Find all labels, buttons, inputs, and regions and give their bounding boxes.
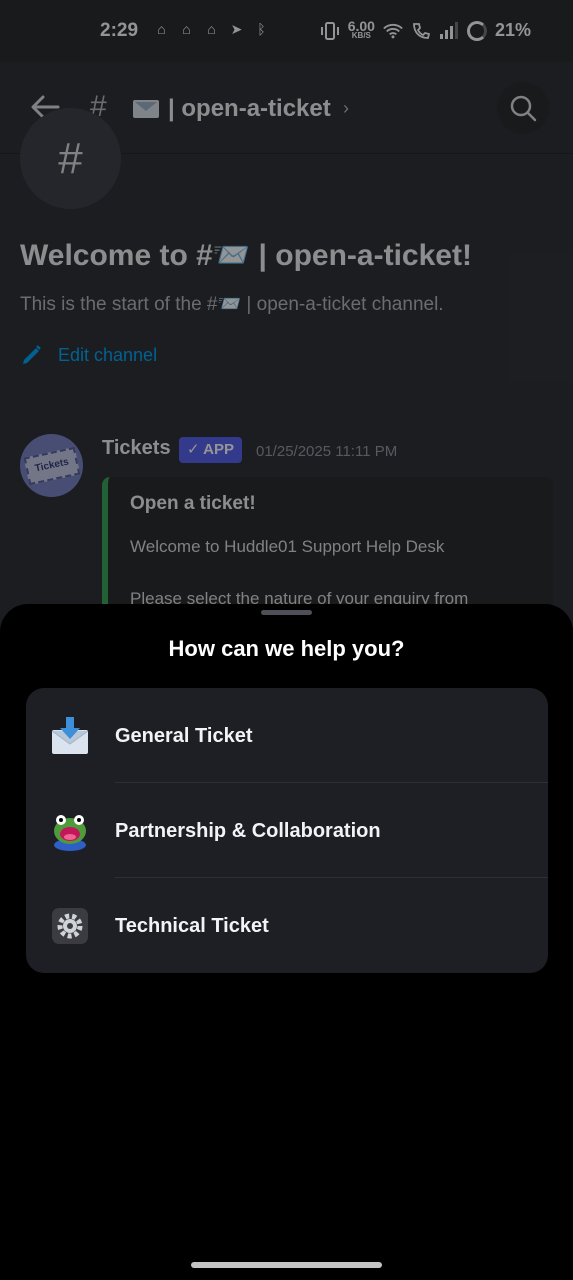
- bottom-sheet: How can we help you? General Ticket Part…: [0, 604, 573, 1280]
- envelope-download-icon: [51, 717, 89, 754]
- gear-icon: [52, 908, 88, 944]
- options-list: General Ticket Partnership & Collaborati…: [26, 688, 548, 973]
- frog-emoji-icon: [54, 815, 86, 851]
- sheet-drag-handle[interactable]: [261, 610, 312, 615]
- option-general-ticket[interactable]: General Ticket: [26, 688, 548, 783]
- option-label: General Ticket: [115, 725, 253, 747]
- sheet-title: How can we help you?: [168, 636, 405, 661]
- option-partnership[interactable]: Partnership & Collaboration: [26, 783, 548, 878]
- option-technical-ticket[interactable]: Technical Ticket: [26, 878, 548, 973]
- gesture-nav-bar[interactable]: [191, 1262, 382, 1268]
- option-label: Technical Ticket: [115, 915, 269, 937]
- option-label: Partnership & Collaboration: [115, 820, 381, 842]
